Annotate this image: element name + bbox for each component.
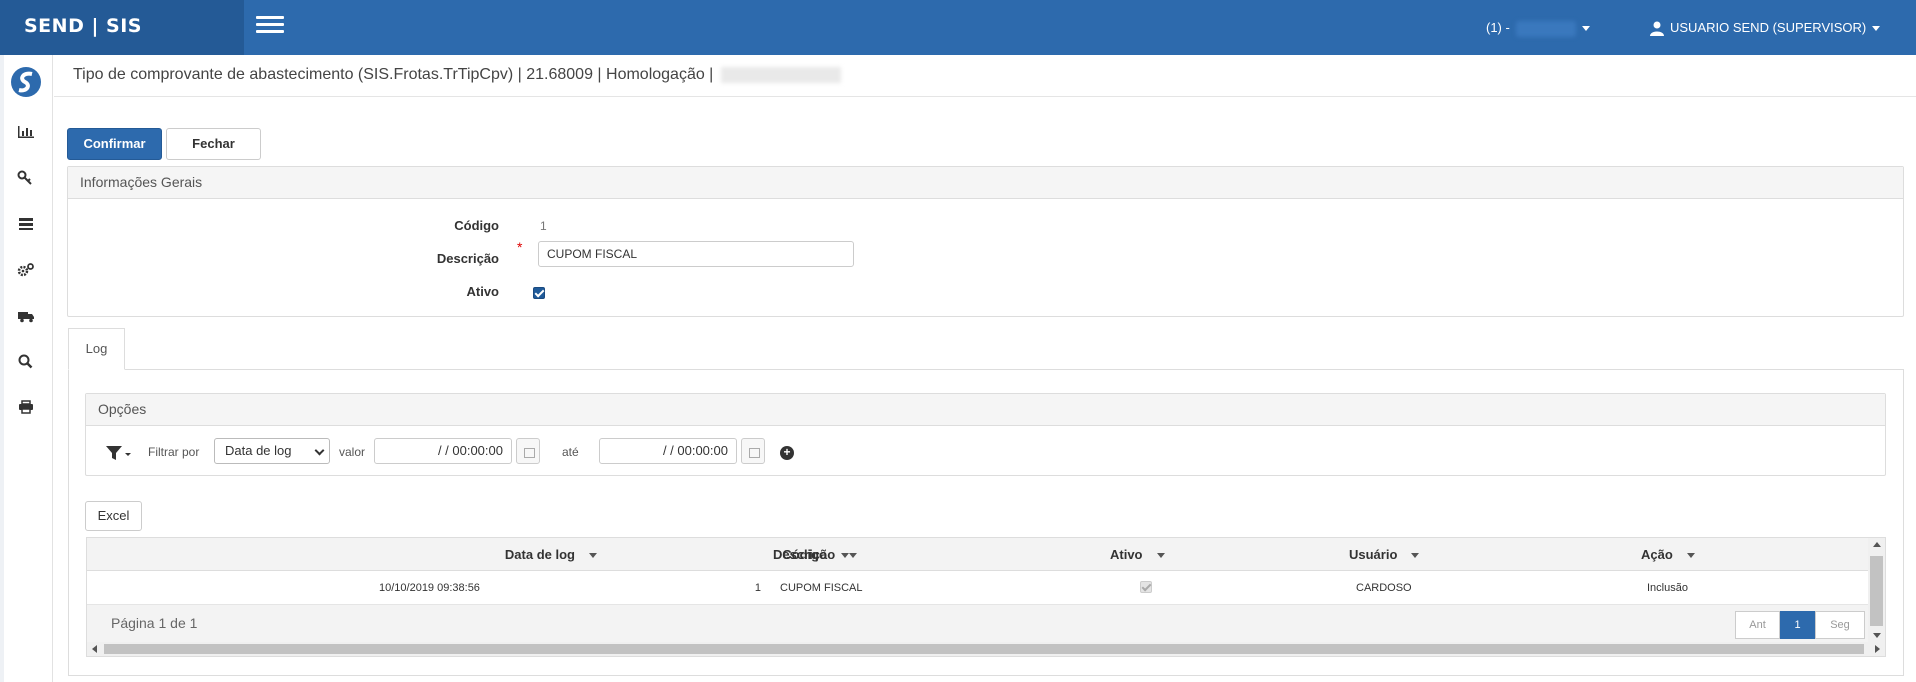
sort-caret-icon bbox=[1686, 553, 1695, 559]
excel-export-button[interactable]: Excel bbox=[85, 501, 142, 531]
pager-page-1-button[interactable]: 1 bbox=[1780, 611, 1815, 639]
col-ativo[interactable]: Ativo bbox=[1110, 538, 1165, 571]
ativo-label: Ativo bbox=[466, 284, 500, 299]
scroll-right-icon[interactable] bbox=[1875, 645, 1880, 653]
environment-redacted bbox=[721, 66, 842, 83]
ate-label: até bbox=[562, 445, 579, 459]
calendar-from-icon[interactable] bbox=[516, 438, 540, 464]
cell-ativo-checkbox bbox=[1140, 581, 1152, 593]
calendar-to-icon[interactable] bbox=[741, 438, 765, 464]
grid-pager: Página 1 de 1 Ant 1 Seg bbox=[87, 605, 1868, 642]
page-info: Página 1 de 1 bbox=[111, 615, 198, 631]
filter-by-label: Filtrar por bbox=[148, 445, 200, 459]
hamburger-menu-icon[interactable] bbox=[256, 16, 284, 36]
sidebar bbox=[0, 55, 53, 682]
search-icon[interactable] bbox=[16, 353, 36, 369]
add-filter-icon[interactable]: + bbox=[780, 446, 794, 460]
scroll-down-icon[interactable] bbox=[1873, 633, 1881, 638]
cell-usuario: CARDOSO bbox=[1356, 582, 1412, 594]
list-icon[interactable] bbox=[16, 216, 36, 232]
cell-data-log: 10/10/2019 09:38:56 bbox=[379, 582, 480, 594]
col-descricao[interactable]: Descrição bbox=[773, 538, 973, 571]
valor-label: valor bbox=[339, 445, 366, 459]
vertical-scrollbar[interactable] bbox=[1868, 538, 1885, 642]
brand-logo[interactable]: SEND | SIS bbox=[0, 0, 244, 55]
horizontal-scrollbar[interactable] bbox=[87, 642, 1885, 656]
user-label: USUARIO SEND (SUPERVISOR) bbox=[1670, 20, 1867, 35]
date-to-input[interactable]: / / 00:00:00 bbox=[599, 438, 737, 464]
cell-codigo: 1 bbox=[754, 582, 761, 594]
chevron-down-icon bbox=[1581, 26, 1590, 32]
codigo-label: Código bbox=[454, 218, 499, 233]
options-heading: Opções bbox=[86, 394, 1885, 426]
cell-acao: Inclusão bbox=[1647, 582, 1688, 594]
key-icon[interactable] bbox=[16, 169, 36, 185]
col-acao[interactable]: Ação bbox=[1641, 538, 1695, 571]
top-bar: SEND | SIS (1) - USUARIO SEND (SUPERVISO… bbox=[0, 0, 1916, 55]
ativo-checkbox[interactable] bbox=[533, 287, 545, 299]
truck-icon[interactable] bbox=[16, 308, 36, 324]
filter-field-select[interactable]: Data de log bbox=[214, 438, 330, 464]
grid-header: Data de log Código Descrição Ativo Usuár… bbox=[87, 538, 1868, 571]
sort-caret-icon bbox=[849, 553, 858, 559]
confirm-button[interactable]: Confirmar bbox=[67, 128, 162, 160]
log-grid: Data de log Código Descrição Ativo Usuár… bbox=[86, 537, 1886, 657]
sis-logo-icon[interactable] bbox=[10, 66, 42, 98]
col-data-log[interactable]: Data de log bbox=[387, 538, 597, 571]
user-menu[interactable]: USUARIO SEND (SUPERVISOR) bbox=[1650, 0, 1881, 55]
descricao-label: Descrição bbox=[436, 251, 499, 266]
sort-caret-icon bbox=[589, 553, 597, 559]
descricao-input[interactable]: CUPOM FISCAL bbox=[538, 241, 854, 267]
general-info-panel: Informações Gerais bbox=[67, 166, 1904, 317]
pager-next-button[interactable]: Seg bbox=[1815, 611, 1865, 639]
scroll-left-icon[interactable] bbox=[92, 645, 97, 653]
chart-icon[interactable] bbox=[16, 124, 36, 140]
user-icon bbox=[1650, 21, 1664, 37]
tab-log[interactable]: Log bbox=[68, 328, 125, 370]
required-marker: * bbox=[517, 239, 523, 255]
options-panel: Opções bbox=[85, 393, 1886, 476]
settings-icon[interactable] bbox=[16, 262, 36, 278]
company-label: (1) - bbox=[1486, 20, 1510, 35]
print-icon[interactable] bbox=[16, 399, 36, 415]
col-usuario[interactable]: Usuário bbox=[1349, 538, 1420, 571]
company-name-redacted bbox=[1515, 20, 1576, 37]
filter-icon[interactable] bbox=[104, 444, 132, 462]
date-from-input[interactable]: / / 00:00:00 bbox=[374, 438, 512, 464]
cell-descricao: CUPOM FISCAL bbox=[780, 582, 863, 594]
page-title: Tipo de comprovante de abastecimento (SI… bbox=[73, 66, 842, 84]
scroll-up-icon[interactable] bbox=[1873, 542, 1881, 547]
sort-caret-icon bbox=[1411, 553, 1420, 559]
sort-caret-icon bbox=[1156, 553, 1165, 559]
general-info-heading: Informações Gerais bbox=[68, 167, 1903, 199]
codigo-value: 1 bbox=[540, 219, 547, 233]
chevron-down-icon bbox=[314, 445, 325, 456]
company-selector[interactable]: (1) - bbox=[1486, 0, 1590, 55]
chevron-down-icon bbox=[1872, 26, 1881, 32]
close-button[interactable]: Fechar bbox=[166, 128, 261, 160]
table-row[interactable]: 10/10/2019 09:38:56 1 CUPOM FISCAL CARDO… bbox=[87, 571, 1868, 605]
pager-prev-button[interactable]: Ant bbox=[1735, 611, 1780, 639]
